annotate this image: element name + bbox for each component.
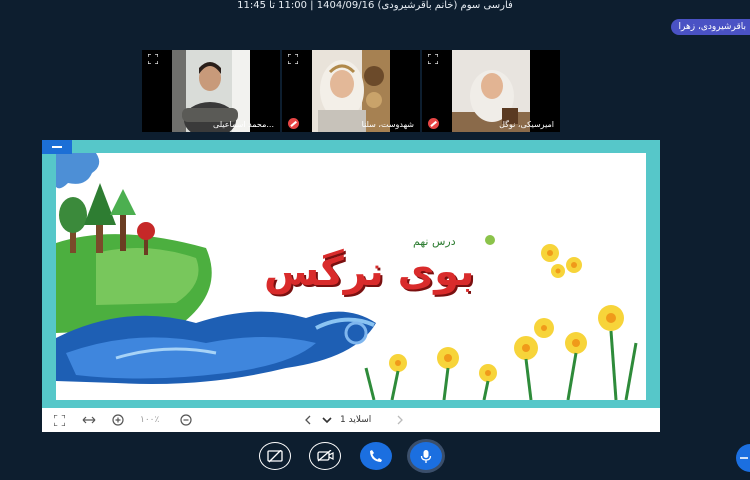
chevron-right-icon[interactable]: [396, 415, 404, 425]
video-tiles: محمد اسماعیلی... شهدوست، سلنا امیرسیکی، …: [142, 50, 561, 132]
screen-share-button[interactable]: [259, 442, 291, 470]
presentation-slide: درس نهم بوی نرگس: [56, 153, 646, 400]
lesson-label: درس نهم: [413, 235, 456, 248]
microphone-icon: [420, 449, 432, 463]
presentation-frame: درس نهم بوی نرگس: [42, 140, 660, 408]
expand-icon[interactable]: [428, 54, 438, 64]
participant-name: امیرسیکی، نوگل: [499, 120, 554, 129]
zoom-level: ۱۰۰٪: [140, 415, 160, 425]
fit-screen-icon[interactable]: [54, 415, 65, 426]
video-tile[interactable]: امیرسیکی، نوگل: [422, 50, 560, 132]
chevron-left-icon[interactable]: [304, 415, 312, 425]
chevron-down-icon[interactable]: [322, 416, 332, 424]
camera-button[interactable]: [309, 442, 341, 470]
plus-icon: [740, 457, 748, 459]
video-tile[interactable]: محمد اسماعیلی...: [142, 50, 280, 132]
minimize-slide-button[interactable]: [42, 140, 72, 154]
slide-title: بوی نرگس: [264, 249, 475, 295]
camera-off-icon: [316, 450, 334, 462]
participant-name: محمد اسماعیلی...: [213, 120, 274, 129]
expand-icon[interactable]: [288, 54, 298, 64]
screen-share-off-icon: [267, 449, 283, 462]
mic-muted-icon: [288, 118, 299, 129]
meeting-toolbar: [0, 442, 750, 472]
participant-name: شهدوست، سلنا: [361, 120, 414, 129]
mic-muted-icon: [428, 118, 439, 129]
fit-width-icon[interactable]: [82, 415, 96, 425]
phone-button[interactable]: [360, 442, 392, 470]
meeting-title: فارسی سوم (خانم باقرشیرودی) 1404/09/16 |…: [237, 0, 513, 11]
presenter-badge[interactable]: باقرشیرودی، زهرا: [670, 19, 750, 35]
zoom-in-icon[interactable]: [112, 414, 124, 426]
slide-number[interactable]: اسلاید 1: [340, 412, 371, 428]
expand-icon[interactable]: [148, 54, 158, 64]
video-tile[interactable]: شهدوست، سلنا: [282, 50, 420, 132]
zoom-out-icon[interactable]: [180, 414, 192, 426]
slide-controls: ۱۰۰٪ اسلاید 1: [42, 408, 660, 432]
microphone-button[interactable]: [410, 442, 442, 470]
phone-icon: [370, 450, 382, 462]
